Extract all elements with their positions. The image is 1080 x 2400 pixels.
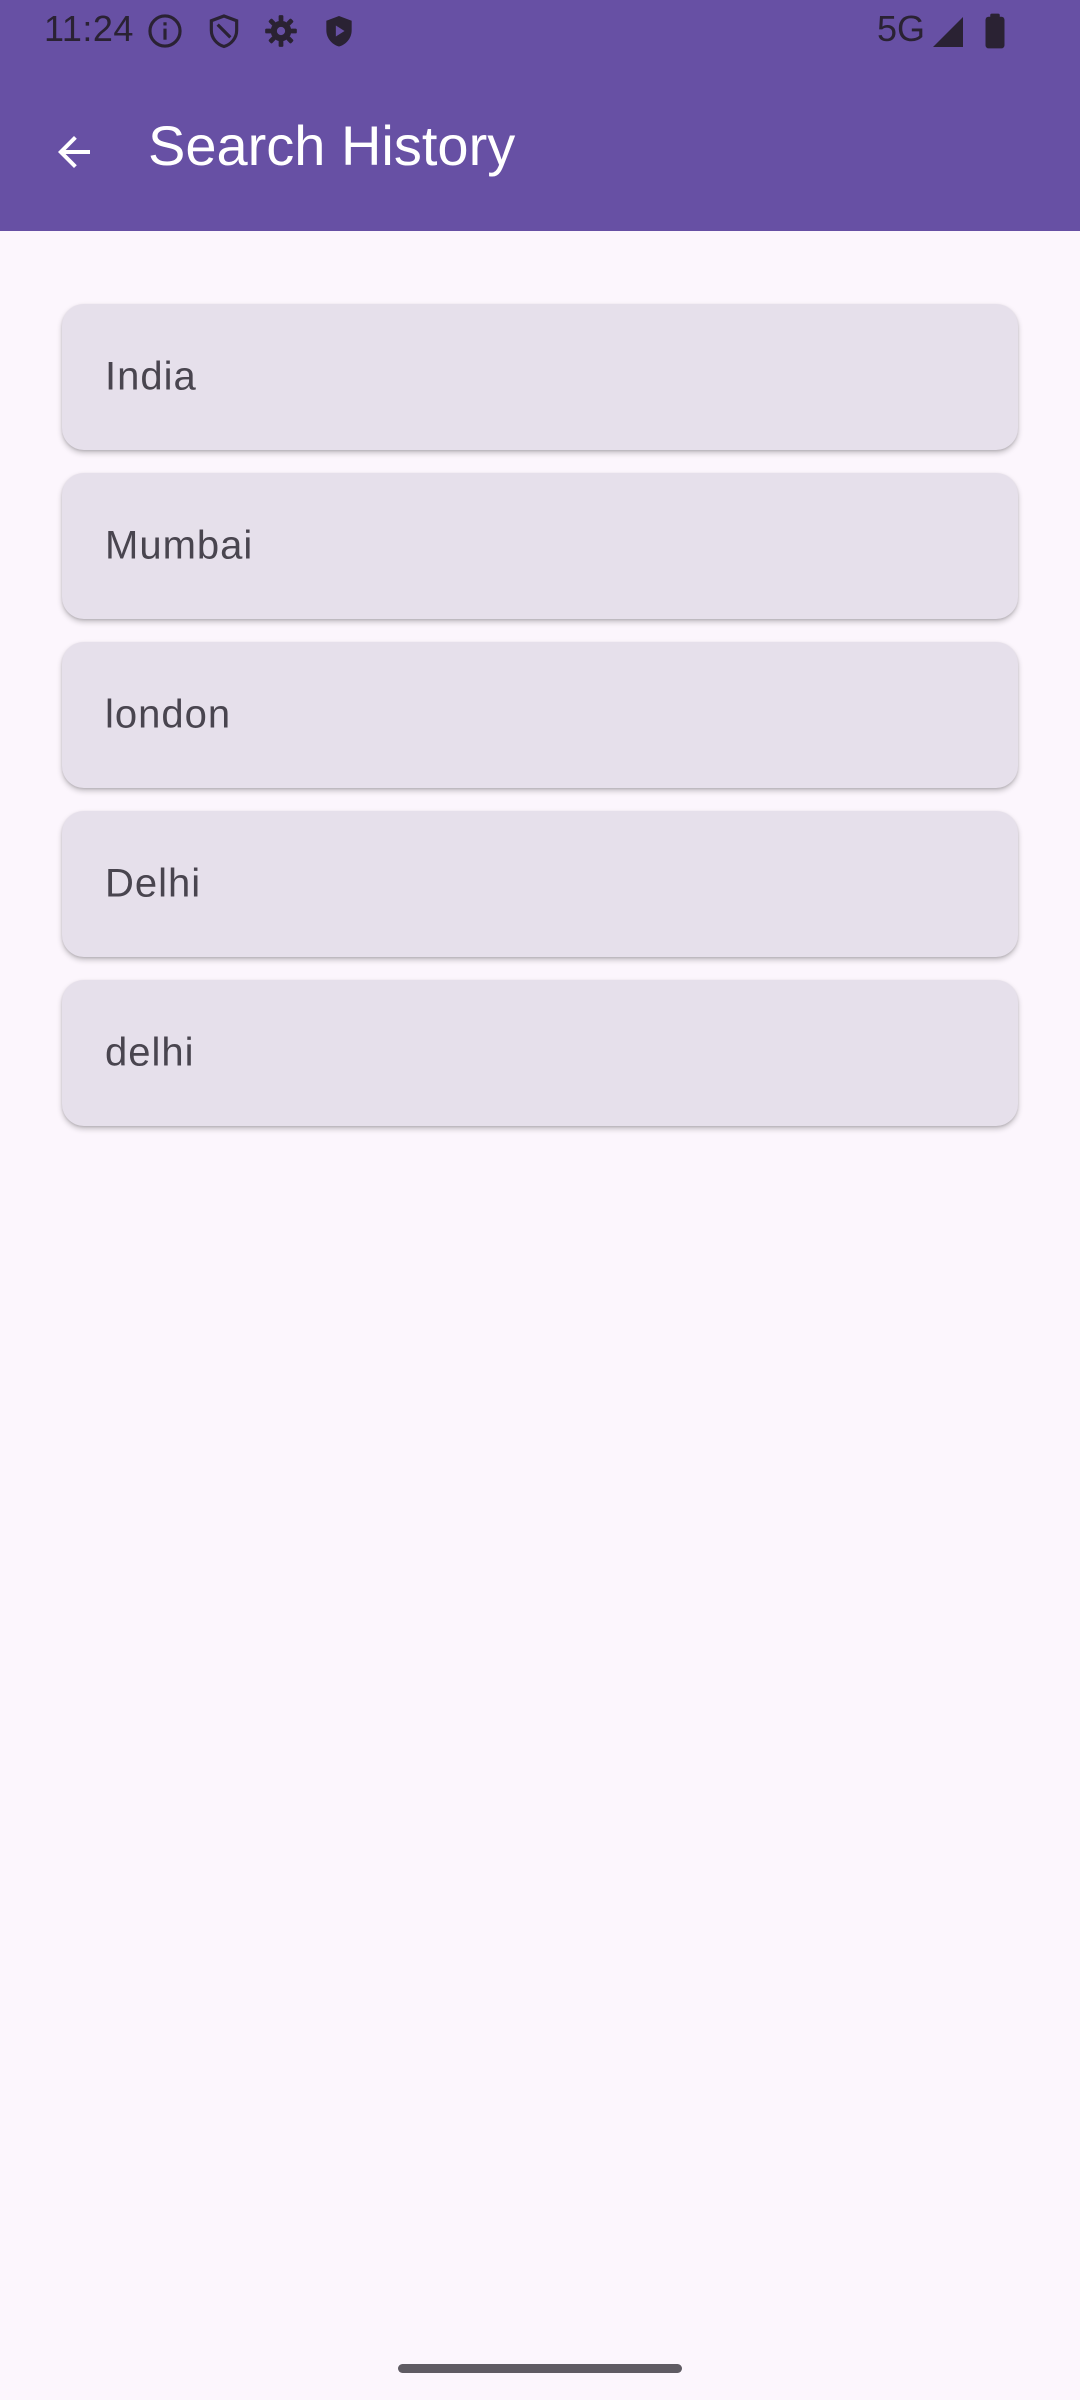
- battery-icon: [985, 13, 1005, 49]
- shield-play-icon: [326, 15, 352, 47]
- info-icon: [148, 14, 182, 48]
- history-item[interactable]: India: [62, 304, 1018, 450]
- app-bar: Search History: [0, 62, 1080, 231]
- history-item-label: delhi: [105, 1030, 195, 1075]
- arrow-back-icon: [58, 136, 90, 168]
- status-time: 11:24: [44, 8, 134, 49]
- home-gesture-bar[interactable]: [398, 2364, 682, 2373]
- history-item[interactable]: Mumbai: [62, 473, 1018, 619]
- gear-icon: [265, 15, 297, 47]
- history-item-label: london: [105, 692, 232, 737]
- search-history-list: India Mumbai london Delhi delhi: [62, 304, 1018, 1149]
- shield-outline-icon: [209, 14, 239, 49]
- signal-icon: [933, 17, 963, 47]
- top-bar: 11:24 5G Search History: [0, 0, 1080, 231]
- page-title: Search History: [148, 114, 516, 177]
- history-item[interactable]: delhi: [62, 980, 1018, 1126]
- back-button[interactable]: [34, 112, 114, 192]
- status-bar: 11:24 5G: [0, 0, 1080, 62]
- history-item-label: Mumbai: [105, 523, 254, 568]
- history-item[interactable]: Delhi: [62, 811, 1018, 957]
- search-history-screen: 11:24 5G Search History India Mumbai lon…: [0, 0, 1080, 2400]
- history-item-label: India: [105, 354, 197, 399]
- history-item[interactable]: london: [62, 642, 1018, 788]
- history-item-label: Delhi: [105, 861, 202, 906]
- network-type: 5G: [876, 8, 925, 49]
